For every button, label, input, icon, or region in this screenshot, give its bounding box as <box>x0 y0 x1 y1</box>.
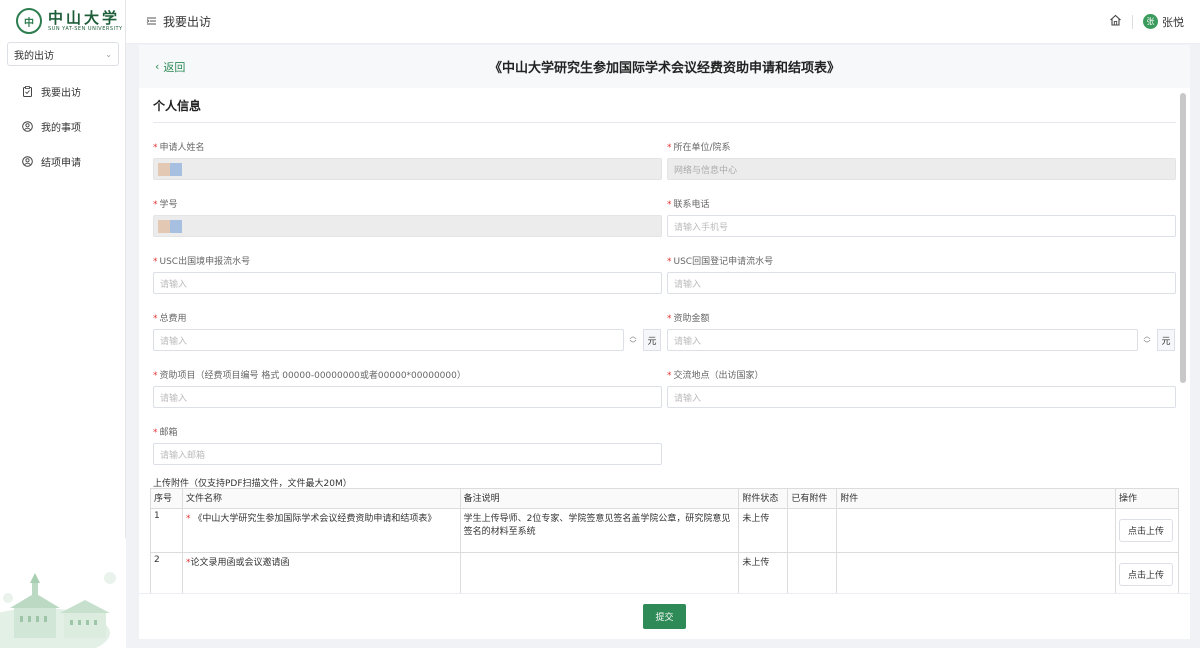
action-cell: 点击上传 <box>1114 552 1180 597</box>
funding-amount-label: * 资助金额 <box>667 314 710 324</box>
phone-input[interactable]: 请输入手机号 <box>667 215 1176 237</box>
home-icon[interactable] <box>1109 14 1122 29</box>
module-select[interactable]: 我的出访 ⌄ <box>7 42 119 66</box>
exchange-location-label: * 交流地点（出访国家） <box>667 371 764 381</box>
usc-return-label: * USC回国登记申请流水号 <box>667 257 774 267</box>
funding-amount-stepper[interactable]: ︿ ﹀ <box>1139 329 1155 351</box>
back-link[interactable]: ‹ 返回 <box>155 59 185 75</box>
attachment-cell <box>836 508 1116 553</box>
avatar: 张 <box>1143 14 1158 29</box>
file-name-cell: * 《中山大学研究生参加国际学术会议经费资助申请和结项表》 <box>181 508 461 553</box>
funding-project-input[interactable]: 请输入 <box>153 386 662 408</box>
attachment-cell <box>836 552 1116 597</box>
sidebar: 中 中山大学 SUN YAT-SEN UNIVERSITY 我的出访 ⌄ 我要出… <box>0 0 126 648</box>
sidebar-item-my-matters[interactable]: 我的事项 <box>0 109 125 144</box>
redacted-mark <box>158 162 170 176</box>
user-name: 张悦 <box>1162 15 1184 29</box>
user-circle-icon <box>22 121 33 132</box>
sidebar-item-label: 结项申请 <box>41 158 81 169</box>
action-cell: 点击上传 <box>1114 508 1180 553</box>
university-seal-icon: 中 <box>16 8 42 34</box>
module-select-value: 我的出访 <box>14 50 54 62</box>
university-logo[interactable]: 中 中山大学 SUN YAT-SEN UNIVERSITY <box>0 0 125 42</box>
attachments-table: 序号 文件名称 备注说明 附件状态 已有附件 附件 操作 1 * 《中山大学研究… <box>150 488 1180 597</box>
form-card: ‹ 返回 《中山大学研究生参加国际学术会议经费资助申请和结项表》 个人信息 * 申… <box>139 45 1190 639</box>
logo-name-cn: 中山大学 <box>48 9 121 27</box>
topbar-divider <box>1132 14 1133 29</box>
column-header: 已有附件 <box>787 488 838 509</box>
note-cell <box>459 552 740 597</box>
chevron-down-icon: ⌄ <box>105 49 112 59</box>
status-cell: 未上传 <box>738 508 789 553</box>
funding-amount-input[interactable]: 请输入 <box>667 329 1138 351</box>
chevron-up-icon[interactable]: ︿ <box>1144 332 1151 340</box>
top-bar: 我要出访 张 张悦 <box>126 0 1200 44</box>
sidebar-item-closing[interactable]: 结项申请 <box>0 144 125 179</box>
existing-attachment-cell <box>787 552 838 597</box>
column-header: 操作 <box>1114 488 1180 509</box>
exchange-location-input[interactable]: 请输入 <box>667 386 1176 408</box>
column-header: 附件状态 <box>738 488 789 509</box>
table-row: 2 *论文录用函或会议邀请函 未上传 点击上传 <box>150 552 1180 597</box>
table-row: 1 * 《中山大学研究生参加国际学术会议经费资助申请和结项表》 学生上传导师、2… <box>150 508 1180 553</box>
sidebar-item-label: 我的事项 <box>41 123 81 134</box>
column-header: 附件 <box>836 488 1116 509</box>
chevron-left-icon: ‹ <box>155 60 160 73</box>
scrollbar-thumb[interactable] <box>1180 93 1186 383</box>
email-label: * 邮箱 <box>153 428 178 438</box>
chevron-down-icon[interactable]: ﹀ <box>1144 340 1151 348</box>
redacted-mark <box>170 219 182 233</box>
chevron-down-icon[interactable]: ﹀ <box>630 340 637 348</box>
note-cell: 学生上传导师、2位专家、学院签意见签名盖学院公章，研究院意见签名的材料至系统 <box>459 508 740 553</box>
department-field: 网络与信息中心 <box>667 158 1176 180</box>
redacted-mark <box>158 219 170 233</box>
sidebar-item-visit[interactable]: 我要出访 <box>0 74 125 109</box>
file-name-cell: *论文录用函或会议邀请函 <box>181 552 461 597</box>
table-header-row: 序号 文件名称 备注说明 附件状态 已有附件 附件 操作 <box>150 488 1180 509</box>
total-cost-stepper[interactable]: ︿ ﹀ <box>625 329 641 351</box>
clipboard-icon <box>22 86 33 97</box>
section-title: 个人信息 <box>153 99 202 113</box>
sidebar-item-label: 我要出访 <box>41 88 81 99</box>
phone-label: * 联系电话 <box>667 200 710 210</box>
existing-attachment-cell <box>787 508 838 553</box>
user-circle-icon <box>22 156 33 167</box>
status-cell: 未上传 <box>738 552 789 597</box>
card-header: ‹ 返回 《中山大学研究生参加国际学术会议经费资助申请和结项表》 <box>139 45 1190 88</box>
column-header: 文件名称 <box>181 488 461 509</box>
chevron-up-icon[interactable]: ︿ <box>630 332 637 340</box>
department-label: * 所在单位/院系 <box>667 143 731 153</box>
funding-amount-unit: 元 <box>1157 329 1175 351</box>
column-header: 备注说明 <box>459 488 740 509</box>
form-footer: 提交 <box>139 593 1190 639</box>
row-number: 2 <box>150 552 183 597</box>
section-divider <box>153 122 1176 123</box>
total-cost-label: * 总费用 <box>153 314 187 324</box>
user-menu[interactable]: 张 张悦 <box>1143 14 1184 30</box>
usc-exit-input[interactable]: 请输入 <box>153 272 662 294</box>
student-id-field <box>153 215 662 237</box>
email-input[interactable]: 请输入邮箱 <box>153 443 662 465</box>
redacted-mark <box>170 162 182 176</box>
total-cost-unit: 元 <box>643 329 661 351</box>
usc-return-input[interactable]: 请输入 <box>667 272 1176 294</box>
applicant-name-label: * 申请人姓名 <box>153 143 205 153</box>
sidebar-menu: 我要出访 我的事项 结项申请 <box>0 74 125 179</box>
applicant-name-field <box>153 158 662 180</box>
page-title: 《中山大学研究生参加国际学术会议经费资助申请和结项表》 <box>488 61 840 76</box>
upload-button[interactable]: 点击上传 <box>1118 563 1173 586</box>
usc-exit-label: * USC出国境申报流水号 <box>153 257 251 267</box>
submit-button[interactable]: 提交 <box>643 604 686 629</box>
logo-name-en: SUN YAT-SEN UNIVERSITY <box>48 26 123 32</box>
breadcrumb: 我要出访 <box>163 15 212 29</box>
menu-collapse-icon[interactable] <box>146 15 157 29</box>
total-cost-input[interactable]: 请输入 <box>153 329 624 351</box>
column-header: 序号 <box>150 488 183 509</box>
row-number: 1 <box>150 508 183 553</box>
back-label: 返回 <box>163 60 186 74</box>
funding-project-label: * 资助项目（经费项目编号 格式 00000-00000000或者00000*00… <box>153 371 466 381</box>
upload-button[interactable]: 点击上传 <box>1118 519 1173 542</box>
student-id-label: * 学号 <box>153 200 178 210</box>
campus-illustration <box>0 538 126 648</box>
